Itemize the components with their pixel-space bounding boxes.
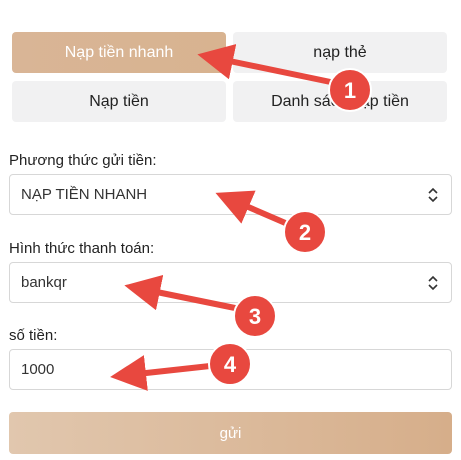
tab-danh-sach-nap-tien[interactable]: Danh sách nạp tiền (233, 81, 447, 122)
tab-label: Danh sách nạp tiền (271, 92, 409, 110)
tab-label: nạp thẻ (313, 43, 367, 61)
method-label: Phương thức gửi tiền: (9, 152, 157, 169)
method-select-value: NẠP TIỀN NHANH (21, 186, 148, 203)
method-select[interactable]: NẠP TIỀN NHANH (9, 174, 452, 215)
tab-nap-the[interactable]: nạp thẻ (233, 32, 447, 73)
amount-label: số tiền: (9, 327, 58, 344)
tab-nap-tien-nhanh[interactable]: Nạp tiền nhanh (12, 32, 226, 73)
tab-nap-tien[interactable]: Nạp tiền (12, 81, 226, 122)
annotation-number-3: 3 (249, 304, 261, 329)
payment-label: Hình thức thanh toán: (9, 240, 155, 257)
amount-input[interactable]: 1000 (9, 349, 452, 390)
annotation-number-2: 2 (299, 220, 311, 245)
chevron-up-down-icon (428, 187, 438, 203)
submit-button[interactable]: gửi (9, 412, 452, 454)
chevron-up-down-icon (428, 275, 438, 291)
amount-input-value: 1000 (21, 361, 55, 378)
tab-label: Nạp tiền nhanh (64, 43, 174, 61)
payment-select[interactable]: bankqr (9, 262, 452, 303)
annotation-badge-2: 2 (283, 210, 327, 254)
submit-label: gửi (219, 424, 242, 442)
tab-label: Nạp tiền (89, 92, 149, 110)
payment-select-value: bankqr (21, 274, 67, 291)
